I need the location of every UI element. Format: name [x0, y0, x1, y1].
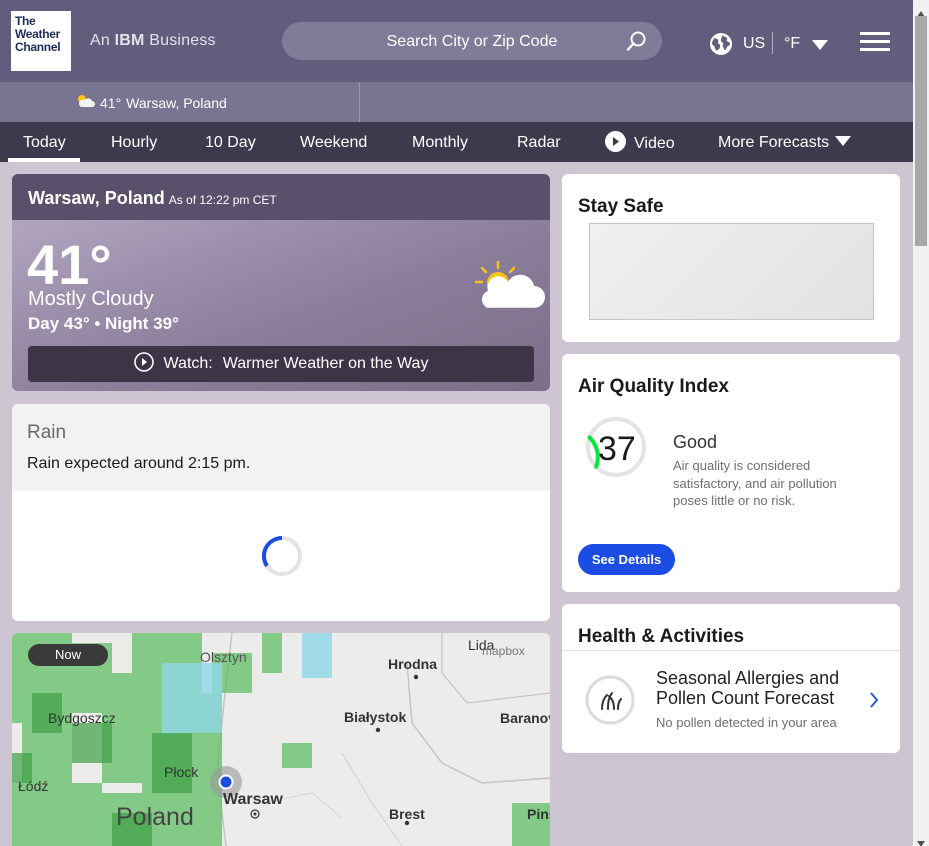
- health-activities-card: Health & Activities Seasonal Allergies a…: [562, 604, 900, 753]
- day-night-temps: Day 43° • Night 39°: [28, 314, 179, 333]
- watch-video-button[interactable]: Watch: Warmer Weather on the Way: [28, 346, 534, 382]
- search-input[interactable]: Search City or Zip Code: [282, 22, 662, 60]
- unit-selector[interactable]: °F: [784, 35, 800, 53]
- search-icon[interactable]: [626, 30, 648, 57]
- mapbox-attribution: mapbox: [482, 644, 525, 658]
- rain-card: Rain Rain expected around 2:15 pm.: [12, 404, 550, 621]
- recent-locations-bar: 41° Warsaw, Poland: [0, 82, 913, 122]
- tab-10-day[interactable]: 10 Day: [205, 134, 256, 152]
- current-conditions-header: Warsaw, Poland As of 12:22 pm CET: [12, 174, 550, 220]
- map-place-hrodna: Hrodna: [388, 656, 437, 672]
- rain-title: Rain: [27, 422, 67, 443]
- weather-phrase: Mostly Cloudy: [28, 288, 154, 310]
- chevron-right-icon[interactable]: [869, 692, 879, 713]
- aqi-value: 37: [598, 430, 636, 468]
- as-of-time: As of 12:22 pm CET: [168, 193, 277, 207]
- map-place-pins: Pins: [527, 806, 550, 822]
- top-header: The Weather Channel An IBM Business Sear…: [0, 0, 913, 82]
- aqi-category: Good: [673, 432, 718, 452]
- loading-spinner-icon: [261, 535, 303, 582]
- partly-cloudy-icon: [468, 260, 548, 317]
- map-place-lodz: Łódź: [18, 778, 49, 794]
- weather-channel-logo[interactable]: The Weather Channel: [11, 11, 71, 71]
- ibm-tagline: An IBM Business: [90, 32, 216, 50]
- recent-location-item[interactable]: 41° Warsaw, Poland: [75, 94, 227, 111]
- map-place-baranov: Baranov: [500, 710, 550, 726]
- play-icon: [605, 131, 626, 157]
- air-quality-card: Air Quality Index 37 Good Air quality is…: [562, 354, 900, 592]
- tab-video-label: Video: [634, 135, 675, 152]
- recent-location-temp: 41°: [100, 94, 122, 111]
- tab-more-forecasts-label: More Forecasts: [718, 134, 830, 151]
- city-name: Warsaw, Poland: [28, 188, 165, 208]
- rain-header: Rain Rain expected around 2:15 pm.: [12, 404, 550, 491]
- tagline-brand: IBM: [114, 32, 145, 49]
- tab-video[interactable]: Video: [605, 131, 675, 157]
- tab-monthly[interactable]: Monthly: [412, 134, 468, 152]
- map-place-poland: Poland: [116, 803, 194, 831]
- radar-map[interactable]: Now Lida mapbox Olsztyn Hrodna Bydgoszcz…: [12, 633, 550, 846]
- tab-radar[interactable]: Radar: [517, 134, 561, 152]
- play-circle-icon: [133, 351, 154, 377]
- hamburger-menu-icon[interactable]: [860, 31, 890, 58]
- air-quality-title: Air Quality Index: [578, 376, 729, 397]
- ad-placeholder[interactable]: [589, 223, 874, 320]
- search-placeholder: Search City or Zip Code: [386, 33, 558, 50]
- see-details-button[interactable]: See Details: [578, 544, 675, 575]
- partly-cloudy-icon: [75, 94, 95, 111]
- recent-location-name: Warsaw, Poland: [126, 94, 227, 111]
- watch-title: Warmer Weather on the Way: [222, 355, 429, 372]
- rain-message: Rain expected around 2:15 pm.: [27, 455, 251, 472]
- scrollbar-thumb[interactable]: [915, 16, 927, 246]
- chevron-down-icon[interactable]: [811, 38, 829, 56]
- tab-more-forecasts[interactable]: More Forecasts: [718, 134, 852, 152]
- page-scrollbar[interactable]: [913, 0, 929, 846]
- logo-line-3: Channel: [15, 40, 61, 54]
- forecast-nav: Today Hourly 10 Day Weekend Monthly Rada…: [0, 122, 913, 162]
- aqi-description: Air quality is considered satisfactory, …: [673, 458, 837, 508]
- tagline-suffix: Business: [149, 32, 216, 49]
- globe-icon[interactable]: [709, 32, 733, 61]
- location-title: Warsaw, Poland As of 12:22 pm CET: [28, 188, 277, 209]
- chevron-down-icon: [835, 134, 852, 152]
- tab-hourly[interactable]: Hourly: [111, 134, 157, 152]
- health-divider: [562, 650, 900, 651]
- radar-now-pill: Now: [28, 644, 108, 666]
- allergy-item-title[interactable]: Seasonal Allergies and Pollen Count Fore…: [656, 668, 856, 708]
- watch-label: Watch:: [163, 355, 213, 372]
- map-place-bydgoszcz: Bydgoszcz: [48, 710, 116, 726]
- allergy-item-subtitle: No pollen detected in your area: [656, 715, 837, 730]
- scroll-down-arrow-icon[interactable]: [917, 834, 925, 846]
- map-place-bialystok: Białystok: [344, 709, 407, 725]
- locbar-divider: [359, 82, 360, 122]
- health-activities-title: Health & Activities: [578, 626, 745, 647]
- map-place-warsaw: Warsaw: [223, 791, 283, 808]
- locale-selector[interactable]: US: [743, 35, 765, 53]
- tagline-prefix: An: [90, 32, 110, 49]
- stay-safe-card: Stay Safe: [562, 174, 900, 342]
- pollen-grass-icon: [584, 674, 636, 731]
- tab-today[interactable]: Today: [23, 134, 66, 152]
- current-conditions-card: Warsaw, Poland As of 12:22 pm CET 41° Mos…: [12, 174, 550, 391]
- map-place-olsztyn: Olsztyn: [200, 649, 247, 665]
- stay-safe-title: Stay Safe: [578, 196, 664, 217]
- tab-weekend[interactable]: Weekend: [300, 134, 367, 152]
- active-tab-indicator: [8, 158, 80, 162]
- map-place-plock: Płock: [164, 764, 199, 780]
- map-place-brest: Brest: [389, 806, 425, 822]
- locale-divider: [772, 32, 773, 54]
